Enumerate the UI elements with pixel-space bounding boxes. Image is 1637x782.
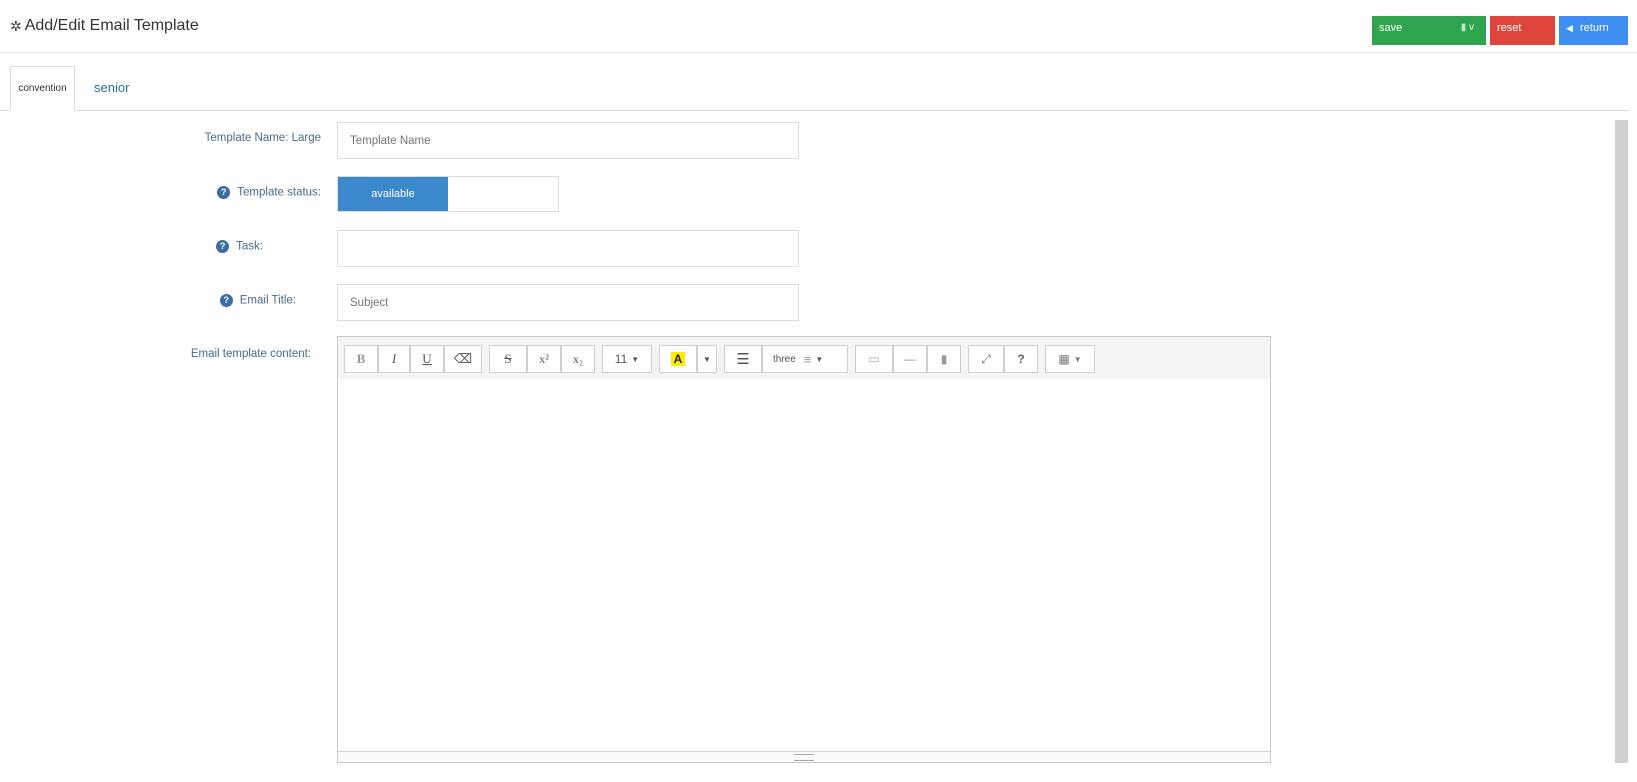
email-title-label-text: Email Title:: [239, 294, 296, 307]
bold-icon[interactable]: B: [344, 345, 378, 373]
template-name-label-text: Template Name: Large: [204, 132, 321, 144]
color-caret-icon[interactable]: ▼: [697, 345, 717, 373]
help-icon[interactable]: ?: [219, 294, 233, 307]
font-size-value: 11: [614, 352, 628, 366]
tab-senior[interactable]: senior: [94, 66, 129, 110]
save-button[interactable]: save ▮ v: [1372, 16, 1486, 45]
eraser-icon[interactable]: ⌫: [444, 345, 482, 373]
resize-grip-icon: [794, 754, 814, 761]
task-input[interactable]: [337, 230, 799, 267]
help-icon[interactable]: ?: [1004, 345, 1038, 373]
template-status-label-text: Template status:: [237, 186, 321, 199]
page-header: ✲ Add/Edit Email Template save ▮ v reset…: [0, 0, 1637, 53]
page-scrollbar[interactable]: [1615, 120, 1628, 763]
save-icon: ▮: [1460, 22, 1467, 33]
tab-bar: convention senior: [0, 66, 1630, 111]
template-status-toggle[interactable]: available: [337, 176, 559, 212]
template-status-label: ? Template status:: [150, 186, 321, 199]
task-label-text: Task:: [236, 240, 263, 253]
editor-toolbar: B I U ⌫ S x² x₂ 11 ▼ A ▼ ☰ three ≡ ▼ ▭ — ▮…: [338, 337, 1270, 380]
save-dropdown-label: v: [1469, 22, 1474, 33]
email-content-label: Email template content:: [150, 348, 311, 360]
tab-convention-label: convention: [18, 83, 67, 94]
reset-button[interactable]: reset: [1490, 16, 1555, 45]
page-title: ✲ Add/Edit Email Template: [10, 17, 199, 35]
strikethrough-icon[interactable]: S: [489, 345, 527, 373]
tab-senior-label: senior: [94, 80, 130, 95]
table-icon[interactable]: ▦ ▼: [1045, 345, 1095, 373]
email-title-input[interactable]: [337, 284, 799, 321]
help-icon[interactable]: ?: [216, 240, 230, 253]
reset-label: reset: [1497, 22, 1522, 34]
template-name-label: Template Name: Large: [150, 132, 321, 144]
email-title-label: ? Email Title:: [150, 294, 296, 307]
editor-resize-handle[interactable]: [338, 751, 1270, 762]
page-title-text: Add/Edit Email Template: [24, 17, 199, 34]
text-color-icon[interactable]: A: [659, 345, 697, 373]
superscript-icon[interactable]: x²: [527, 345, 561, 373]
underline-icon[interactable]: U: [410, 345, 444, 373]
fullscreen-icon[interactable]: ⤢: [968, 345, 1004, 373]
paragraph-dropdown[interactable]: three ≡ ▼: [762, 345, 848, 373]
horizontal-rule-icon[interactable]: —: [893, 345, 927, 373]
rich-text-editor: B I U ⌫ S x² x₂ 11 ▼ A ▼ ☰ three ≡ ▼ ▭ — ▮…: [337, 336, 1271, 763]
unordered-list-icon[interactable]: ☰: [724, 345, 762, 373]
template-name-input[interactable]: [337, 122, 799, 159]
file-icon[interactable]: ▮: [927, 345, 961, 373]
caret-down-icon: ▼: [631, 354, 640, 364]
image-icon[interactable]: ▭: [855, 345, 893, 373]
caret-down-icon: ▼: [1073, 354, 1082, 364]
return-label: return: [1579, 22, 1609, 34]
editor-content-area[interactable]: [338, 379, 1270, 751]
font-size-dropdown[interactable]: 11 ▼: [602, 345, 652, 373]
paragraph-label: three: [773, 353, 796, 365]
italic-icon[interactable]: I: [378, 345, 410, 373]
help-icon[interactable]: ?: [217, 186, 231, 199]
save-dropdown-icon[interactable]: ▮ v: [1461, 22, 1474, 33]
text-color-letter: A: [670, 352, 686, 366]
toggle-on-state: available: [338, 177, 448, 211]
gear-icon: ✲: [10, 17, 22, 34]
email-content-label-text: Email template content:: [190, 348, 311, 360]
caret-down-icon: ▼: [815, 354, 824, 364]
return-button[interactable]: ◀ return: [1559, 16, 1628, 45]
tab-convention[interactable]: convention: [10, 66, 75, 111]
task-label: ? Task:: [150, 240, 263, 253]
left-arrow-icon: ◀: [1566, 23, 1573, 33]
help-label: ?: [1017, 352, 1025, 366]
align-dropdown-icon: ≡: [803, 351, 812, 367]
save-label: save: [1379, 22, 1403, 34]
subscript-icon[interactable]: x₂: [561, 345, 595, 373]
